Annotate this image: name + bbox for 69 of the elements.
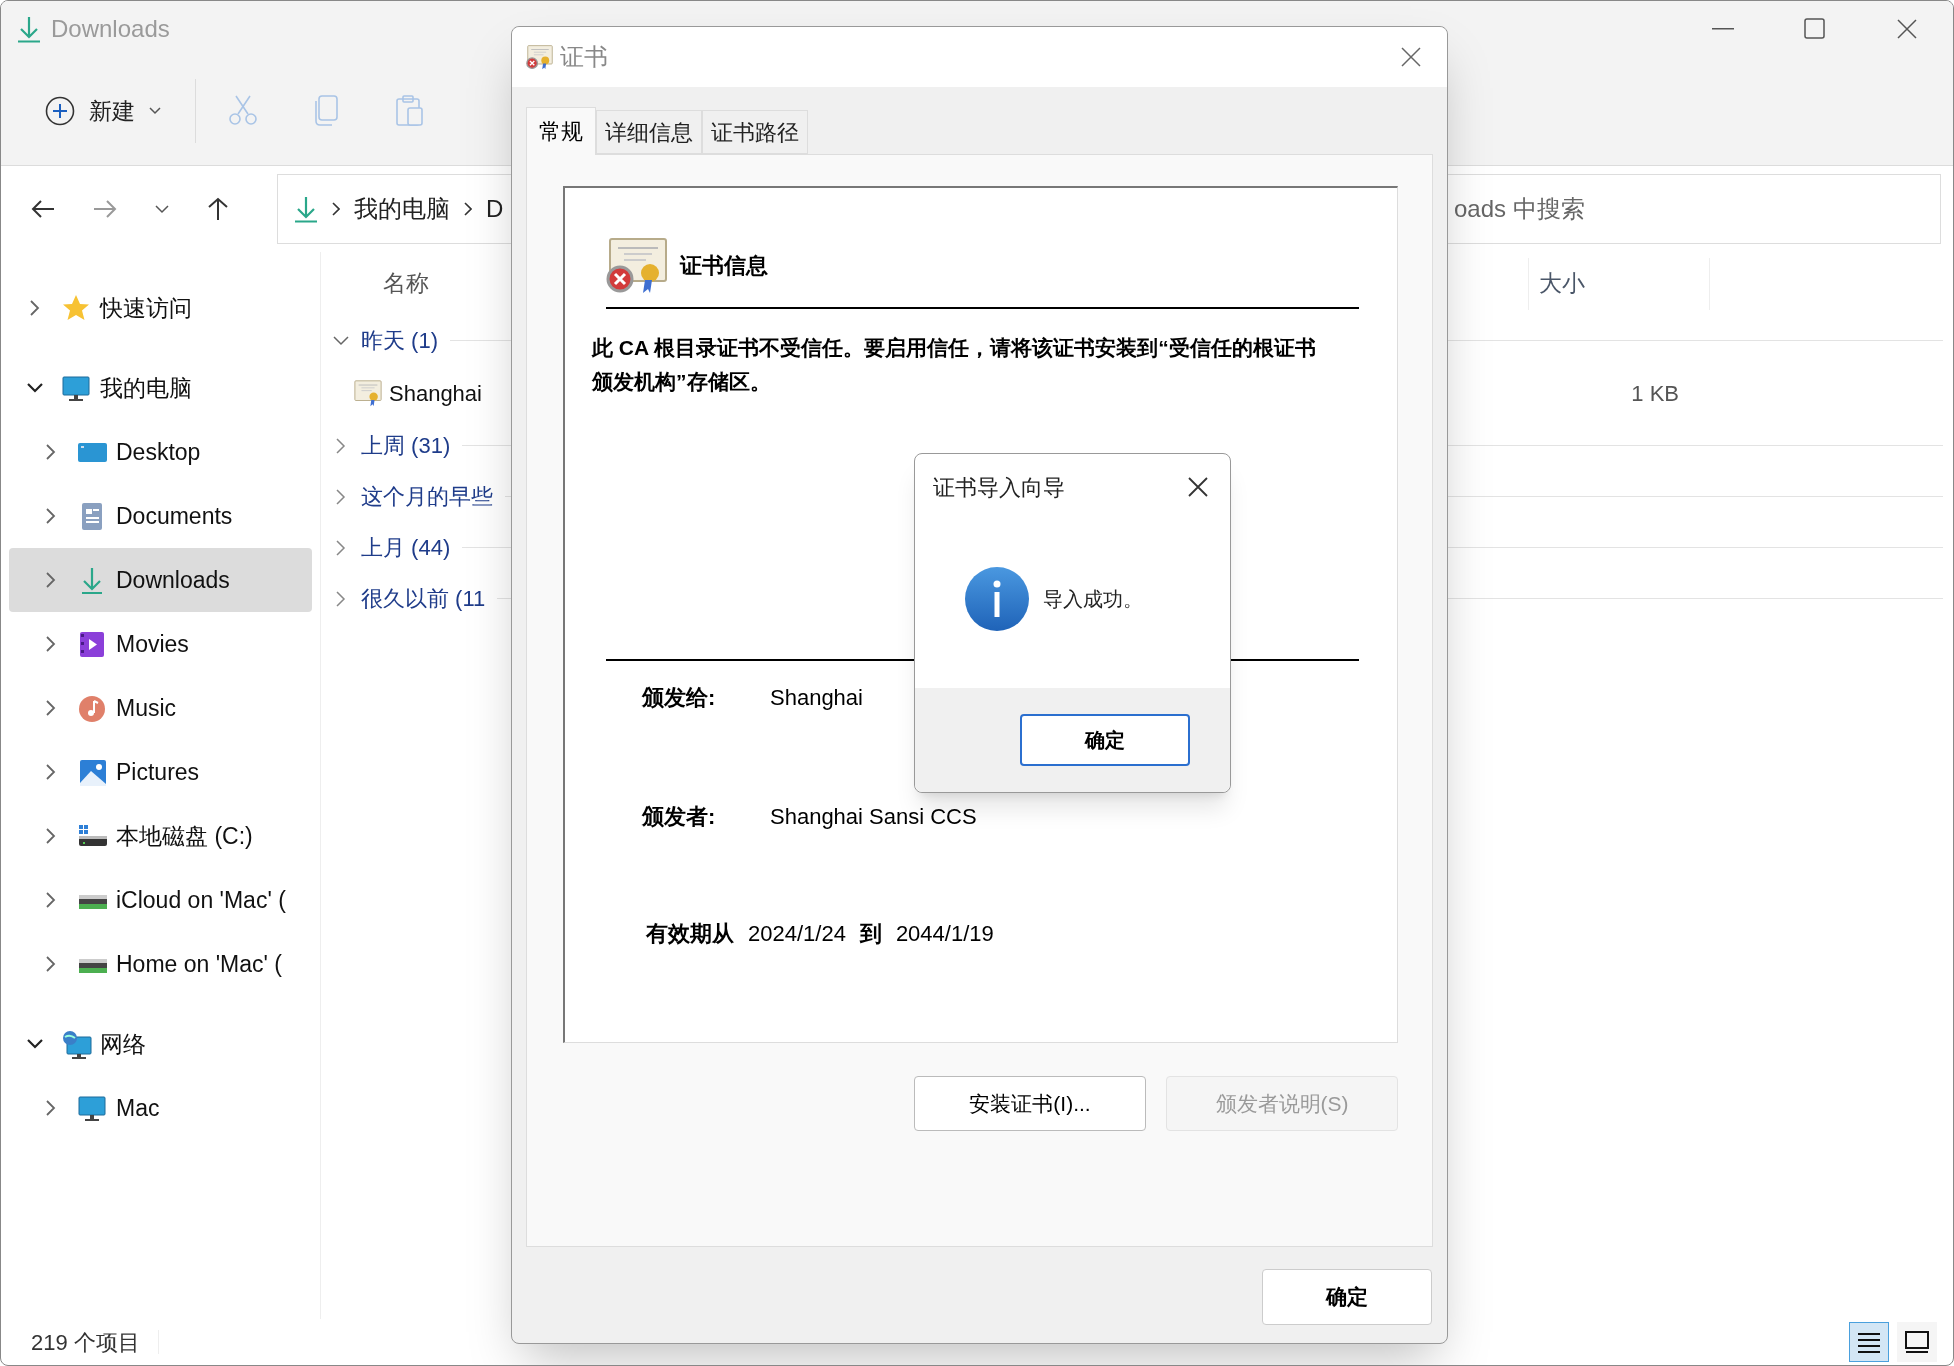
group-header[interactable]: 上周 (31) (361, 429, 451, 462)
valid-to: 2044/1/19 (895, 920, 994, 948)
caret-icon (149, 107, 161, 115)
nav-item[interactable]: 本地磁盘 (C:) (9, 804, 312, 868)
recent-locations-icon[interactable] (155, 204, 169, 214)
list-icon (1857, 1331, 1881, 1353)
field-label: 颁发者: (642, 803, 717, 831)
validity-to-label: 到 (859, 920, 882, 948)
group-header[interactable]: 上月 (44) (361, 531, 451, 564)
tab[interactable]: 证书路径 (702, 110, 808, 154)
nav-item[interactable]: Pictures (9, 740, 312, 804)
tab[interactable]: 常规 (526, 107, 596, 155)
window-title: Downloads (51, 14, 170, 44)
chevron-icon[interactable] (27, 1039, 43, 1049)
breadcrumb-item[interactable]: D (486, 191, 504, 227)
file-size: 1 KB (1630, 379, 1679, 408)
group-header[interactable]: 这个月的早些 (361, 480, 493, 513)
nav-item[interactable]: Desktop (9, 420, 312, 484)
tiles-icon (1904, 1330, 1930, 1354)
column-header[interactable]: 大小 (1529, 266, 1709, 301)
nav-item[interactable]: Downloads (9, 548, 312, 612)
info-icon (965, 567, 1029, 631)
chevron-icon[interactable] (27, 383, 43, 393)
field-value: Shanghai Sansi CCS (770, 803, 977, 831)
nav-item[interactable]: Music (9, 676, 312, 740)
section-heading: 证书信息 (680, 251, 768, 280)
maximize-icon (1804, 18, 1826, 40)
download-icon (294, 195, 318, 223)
network-icon (61, 1028, 92, 1060)
nav-item[interactable]: Documents (9, 484, 312, 548)
nav-item[interactable]: 快速访问 (9, 276, 312, 340)
ok-button[interactable]: 确定 (1020, 714, 1190, 766)
certificate-error-icon (526, 43, 554, 71)
close-icon (1896, 18, 1918, 40)
breadcrumb-item[interactable]: 我的电脑 (354, 191, 450, 227)
add-icon (45, 96, 75, 126)
close-icon (1400, 46, 1422, 68)
nav-item[interactable]: Movies (9, 612, 312, 676)
tab[interactable]: 详细信息 (596, 110, 702, 154)
success-message: 导入成功。 (1043, 587, 1143, 612)
tiles-view-button[interactable] (1897, 1322, 1937, 1362)
validity-label: 有效期从 (646, 920, 734, 948)
group-header[interactable]: 很久以前 (11 (361, 582, 486, 615)
dialog-title: 证书 (560, 42, 608, 72)
field-label: 颁发给: (642, 684, 717, 712)
forward-icon[interactable] (93, 199, 117, 219)
up-icon[interactable] (207, 197, 229, 221)
minimize-icon (1712, 28, 1734, 30)
item-count: 219 个项目 (31, 1328, 140, 1357)
group-header[interactable]: 昨天 (1) (361, 324, 438, 357)
nav-item[interactable]: 我的电脑 (9, 356, 312, 420)
back-icon[interactable] (31, 199, 55, 219)
valid-from: 2024/1/24 (748, 920, 846, 948)
dialog-title: 证书导入向导 (933, 473, 1065, 502)
nav-item[interactable]: 网络 (9, 1012, 312, 1076)
nav-item[interactable]: Mac (9, 1076, 312, 1140)
chevron-icon (464, 202, 472, 216)
close-icon (1187, 476, 1209, 498)
chevron-icon (332, 202, 340, 216)
ok-button[interactable]: 确定 (1262, 1269, 1432, 1325)
trust-warning: 此 CA 根目录证书不受信任。要启用信任，请将该证书安装到“受信任的根证书颁发机构”存储区。 (592, 335, 1317, 395)
nav-item[interactable]: Home on 'Mac' ( (9, 932, 312, 996)
nav-item[interactable]: iCloud on 'Mac' ( (9, 868, 312, 932)
field-value: Shanghai (770, 684, 863, 712)
details-view-button[interactable] (1849, 1322, 1889, 1362)
install-certificate-button[interactable]: 安装证书(I)... (914, 1076, 1146, 1131)
certificate-file-icon (353, 378, 383, 408)
download-icon (17, 15, 41, 43)
new-button[interactable]: 新建 (41, 83, 165, 139)
